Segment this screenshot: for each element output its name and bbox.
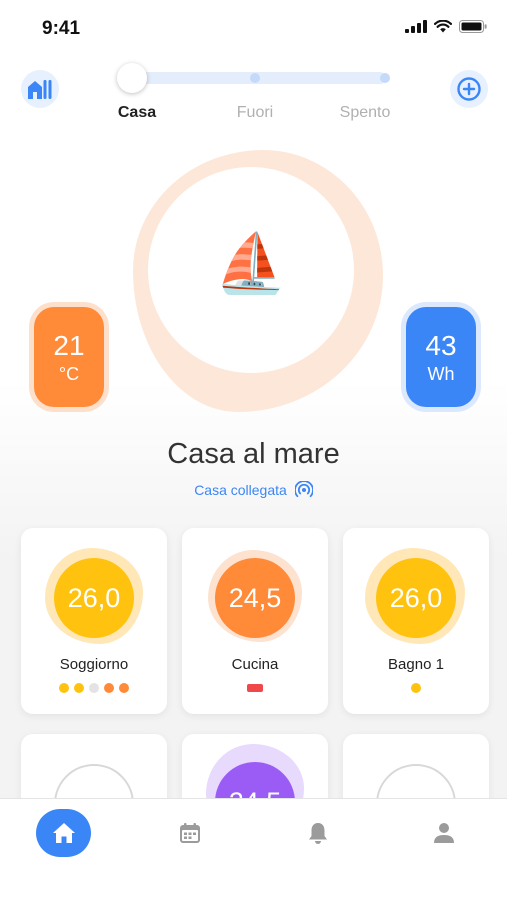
room-temperature: 24,5 [215,558,295,638]
home-avatar-circle[interactable]: ⛵ [148,167,354,373]
temperature-pill[interactable]: 21 °C [34,307,104,407]
mode-slider-track[interactable] [134,72,386,84]
temperature-unit: °C [58,364,80,384]
nav-home-button[interactable] [36,809,91,857]
room-name: Bagno 1 [388,656,444,673]
device-dot [89,683,99,693]
energy-value: 43 [425,330,457,361]
user-icon [434,823,454,843]
room-device-dots [21,683,167,693]
room-card-cucina[interactable]: 24,5 Cucina [182,528,328,714]
calendar-icon [180,823,200,843]
device-dot [104,683,114,693]
status-icons [405,20,487,33]
device-dot [74,683,84,693]
mode-casa[interactable]: Casa [92,104,182,122]
energy-pill[interactable]: 43 Wh [406,307,476,407]
bell-icon [309,823,327,844]
wireless-signal-icon [294,481,313,498]
room-card-bagno-1[interactable]: 26,0 Bagno 1 [343,528,489,714]
nav-notifications-button[interactable] [304,819,332,847]
temperature-value: 21 [53,330,85,361]
room-temperature: 26,0 [54,558,134,638]
bottom-navigation [0,798,507,900]
device-tag [247,684,263,692]
sailboat-emoji: ⛵ [214,231,288,296]
mode-stop-fuori[interactable] [250,73,260,83]
cellular-signal-icon [405,20,427,33]
home-status-label: Casa collegata [194,482,287,498]
energy-unit: Wh [427,364,455,384]
device-dot [119,683,129,693]
mode-spento[interactable]: Spento [320,104,410,122]
room-device-dots [343,683,489,693]
room-device-dots [182,683,328,692]
nav-profile-button[interactable] [430,819,458,847]
homes-list-button[interactable] [21,70,59,108]
wifi-icon [434,20,452,33]
nav-calendar-button[interactable] [176,819,204,847]
room-card-soggiorno[interactable]: 26,0 Soggiorno [21,528,167,714]
room-name: Soggiorno [59,656,129,673]
room-temperature: 26,0 [376,558,456,638]
mode-stop-spento[interactable] [380,73,390,83]
room-name: Cucina [231,656,279,673]
device-dot [59,683,69,693]
mode-fuori[interactable]: Fuori [210,104,300,122]
mode-slider-knob[interactable] [117,63,147,93]
buildings-icon [28,80,52,99]
device-dot [411,683,421,693]
home-name: Casa al mare [167,438,340,470]
add-button[interactable] [450,70,488,108]
status-time: 9:41 [42,18,81,39]
home-icon [52,823,75,843]
home-connection-status[interactable]: Casa collegata [0,481,507,499]
plus-circle-icon [457,77,481,101]
battery-icon [459,20,487,33]
